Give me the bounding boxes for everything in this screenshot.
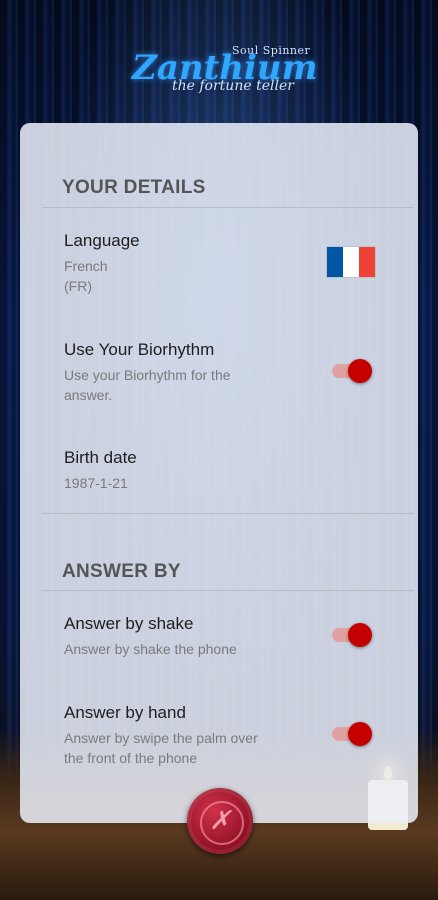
logo-subtitle: the fortune teller [172,78,294,94]
divider [42,590,414,591]
language-code: (FR) [64,278,92,294]
divider [42,513,414,514]
close-seal-button[interactable]: ✗ [187,788,253,854]
answer-shake-toggle[interactable] [332,623,372,647]
biorhythm-title: Use Your Biorhythm [64,340,215,359]
biorhythm-toggle[interactable] [332,359,372,383]
biorhythm-description-2: answer. [64,387,113,403]
divider [42,207,414,208]
biorhythm-description-1: Use your Biorhythm for the [64,367,231,383]
answer-hand-description-1: Answer by swipe the palm over [64,730,258,746]
answer-hand-title: Answer by hand [64,703,186,722]
settings-panel: YOUR DETAILS Language French (FR) Use Yo… [20,123,418,823]
close-x-icon: ✗ [209,806,231,836]
language-title: Language [64,231,140,250]
birthdate-title: Birth date [64,448,137,467]
answer-hand-description-2: the front of the phone [64,750,198,766]
toggle-thumb [348,623,372,647]
language-value: French [64,258,108,274]
toggle-thumb [348,359,372,383]
answer-hand-toggle[interactable] [332,722,372,746]
section-header-details: YOUR DETAILS [62,177,206,198]
france-flag-icon[interactable] [327,247,375,277]
section-header-answer-by: ANSWER BY [62,561,181,582]
toggle-thumb [348,722,372,746]
answer-shake-title: Answer by shake [64,614,194,633]
answer-shake-description: Answer by shake the phone [64,641,237,657]
birthdate-value: 1987-1-21 [64,475,128,491]
